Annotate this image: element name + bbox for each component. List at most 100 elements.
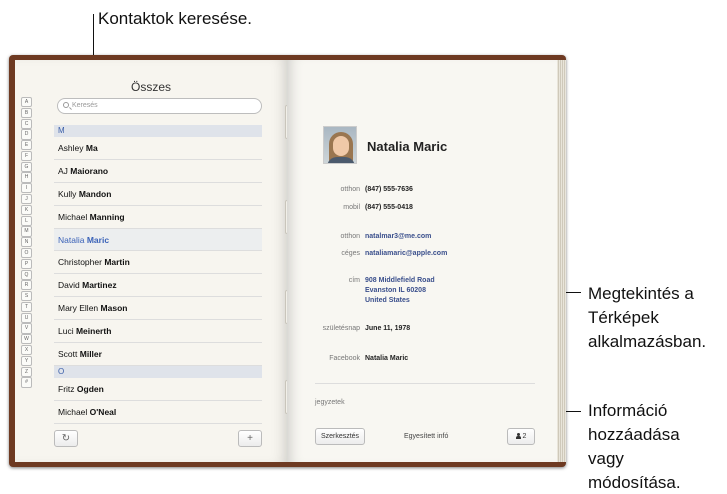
contact-first-name: Michael <box>58 211 88 222</box>
callout-edit: Információ hozzáadása vagy módosítása. <box>588 400 681 493</box>
address-line3: United States <box>365 297 410 304</box>
field-value: June 11, 1978 <box>365 325 411 332</box>
page-title: Összes <box>130 80 171 94</box>
edit-button[interactable]: Szerkesztés <box>315 428 365 445</box>
contact-name: Natalia Maric <box>367 139 448 154</box>
callout-maps-line3: alkalmazásban. <box>588 332 707 351</box>
left-toolbar: ↻ + <box>54 430 262 450</box>
index-letter[interactable]: I <box>21 183 32 194</box>
index-letter[interactable]: G <box>21 161 32 172</box>
notes-label[interactable]: jegyzetek <box>315 399 345 406</box>
search-input[interactable]: Keresés <box>57 98 262 114</box>
index-letter[interactable]: M <box>21 226 32 237</box>
contact-row[interactable]: Luci Meinerth <box>54 320 262 344</box>
index-letter[interactable]: H <box>21 172 32 183</box>
contact-row[interactable]: Kully Mandon <box>54 183 262 206</box>
contact-row[interactable]: Ashley Ma <box>54 137 262 160</box>
contact-list: M Ashley Ma AJ Maiorano Kully Mandon Michael… <box>54 125 262 424</box>
field-label: mobil <box>343 204 360 211</box>
index-letter[interactable]: A <box>21 97 32 108</box>
add-contact-button[interactable]: + <box>238 430 262 447</box>
index-letter[interactable]: N <box>21 237 32 248</box>
contacts-book: Összes Keresés ABCDEFGHIJKLMNOPQRSTUVWXY… <box>9 55 566 467</box>
index-letter[interactable]: U <box>21 312 32 323</box>
linked-count: 2 <box>522 433 527 440</box>
contact-row[interactable]: Scott Miller <box>54 343 262 366</box>
callout-edit-line3: vagy <box>588 449 624 468</box>
field-value: Natalia Maric <box>365 355 409 362</box>
index-letter[interactable]: W <box>21 334 32 345</box>
index-letter[interactable]: S <box>21 291 32 302</box>
index-letter[interactable]: R <box>21 280 32 291</box>
callout-maps: Megtekintés a Térképek alkalmazásban. <box>588 283 706 352</box>
contact-first-name: Luci <box>58 326 74 337</box>
left-page: Összes Keresés ABCDEFGHIJKLMNOPQRSTUVWXY… <box>15 60 287 462</box>
section-header: M <box>54 125 262 137</box>
index-letter[interactable]: B <box>21 107 32 118</box>
callout-maps-line1: Megtekintés a <box>588 284 694 303</box>
contact-last-name: Maiorano <box>70 165 109 176</box>
index-letter[interactable]: K <box>21 204 32 215</box>
contact-last-name: Mason <box>100 303 128 314</box>
contact-last-name: Mandon <box>78 188 112 199</box>
contact-first-name: Ashley <box>58 143 84 153</box>
index-letter[interactable]: C <box>21 118 32 129</box>
contact-first-name: Mary Ellen <box>58 303 99 314</box>
contact-first-name: Natalia <box>58 234 85 245</box>
index-letter[interactable]: T <box>21 301 32 313</box>
contact-first-name: Fritz <box>58 383 75 394</box>
contact-last-name: O'Neal <box>89 406 117 417</box>
contact-first-name: AJ <box>58 165 68 176</box>
avatar-body <box>327 157 355 163</box>
person-icon <box>515 433 521 440</box>
linked-contacts-button[interactable]: 2 <box>507 428 535 445</box>
index-letter[interactable]: D <box>21 129 32 140</box>
avatar[interactable] <box>323 126 357 164</box>
index-letter[interactable]: L <box>21 215 32 226</box>
plus-icon: + <box>247 433 253 444</box>
callout-edit-line2: hozzáadása <box>588 425 680 444</box>
contact-row[interactable]: Michael O'Neal <box>54 401 262 424</box>
callout-edit-line1: Információ <box>588 401 668 420</box>
contact-row[interactable]: Michael Manning <box>54 206 262 229</box>
callout-edit-line4: módosítása. <box>588 473 681 492</box>
contact-row[interactable]: Christopher Martin <box>54 251 262 275</box>
search-icon <box>63 102 69 108</box>
index-letter[interactable]: V <box>21 323 32 334</box>
contact-first-name: Christopher <box>58 257 102 268</box>
field-value: nataliamaric@apple.com <box>365 250 448 257</box>
contact-last-name: Martin <box>104 257 130 268</box>
index-letter[interactable]: O <box>21 247 32 259</box>
index-letter[interactable]: E <box>21 140 32 151</box>
callout-maps-line2: Térképek <box>588 308 659 327</box>
refresh-button[interactable]: ↻ <box>54 430 78 447</box>
index-letter[interactable]: Y <box>21 355 32 366</box>
unified-info-label: Egyesített infó <box>404 433 449 440</box>
contact-first-name: David <box>58 280 80 291</box>
contact-first-name: Michael <box>58 406 88 417</box>
field-value: 908 Middlefield Road Evanston IL 60208 U… <box>365 276 435 306</box>
index-letter[interactable]: # <box>21 377 32 388</box>
index-letter[interactable]: X <box>21 344 32 356</box>
field-label: Facebook <box>329 355 360 362</box>
field-value: (847) 555-7636 <box>365 186 413 193</box>
contact-row[interactable]: Fritz Ogden <box>54 378 262 401</box>
index-letter[interactable]: P <box>21 258 32 269</box>
alphabet-index[interactable]: A B C D E F G H I J K L M N O P Q R S T U V W X Y Z # <box>21 97 33 388</box>
refresh-icon: ↻ <box>61 433 71 444</box>
index-letter[interactable]: Q <box>21 269 32 280</box>
contact-row[interactable]: Mary Ellen Mason <box>54 297 262 321</box>
search-placeholder: Keresés <box>72 102 98 109</box>
address-line2: Evanston IL 60208 <box>365 287 426 294</box>
contact-last-name: Manning <box>89 211 125 222</box>
contact-last-name: Ma <box>85 143 98 153</box>
contact-row[interactable]: David Martinez <box>54 274 262 298</box>
index-letter[interactable]: J <box>21 194 32 205</box>
index-letter[interactable]: Z <box>21 366 32 377</box>
field-label: otthon <box>340 186 360 193</box>
contact-last-name: Maric <box>86 234 110 245</box>
right-toolbar: Szerkesztés Egyesített infó 2 <box>287 427 557 449</box>
contact-row[interactable]: Natalia Maric <box>54 228 262 252</box>
contact-row[interactable]: AJ Maiorano <box>54 160 262 183</box>
index-letter[interactable]: F <box>21 150 32 162</box>
